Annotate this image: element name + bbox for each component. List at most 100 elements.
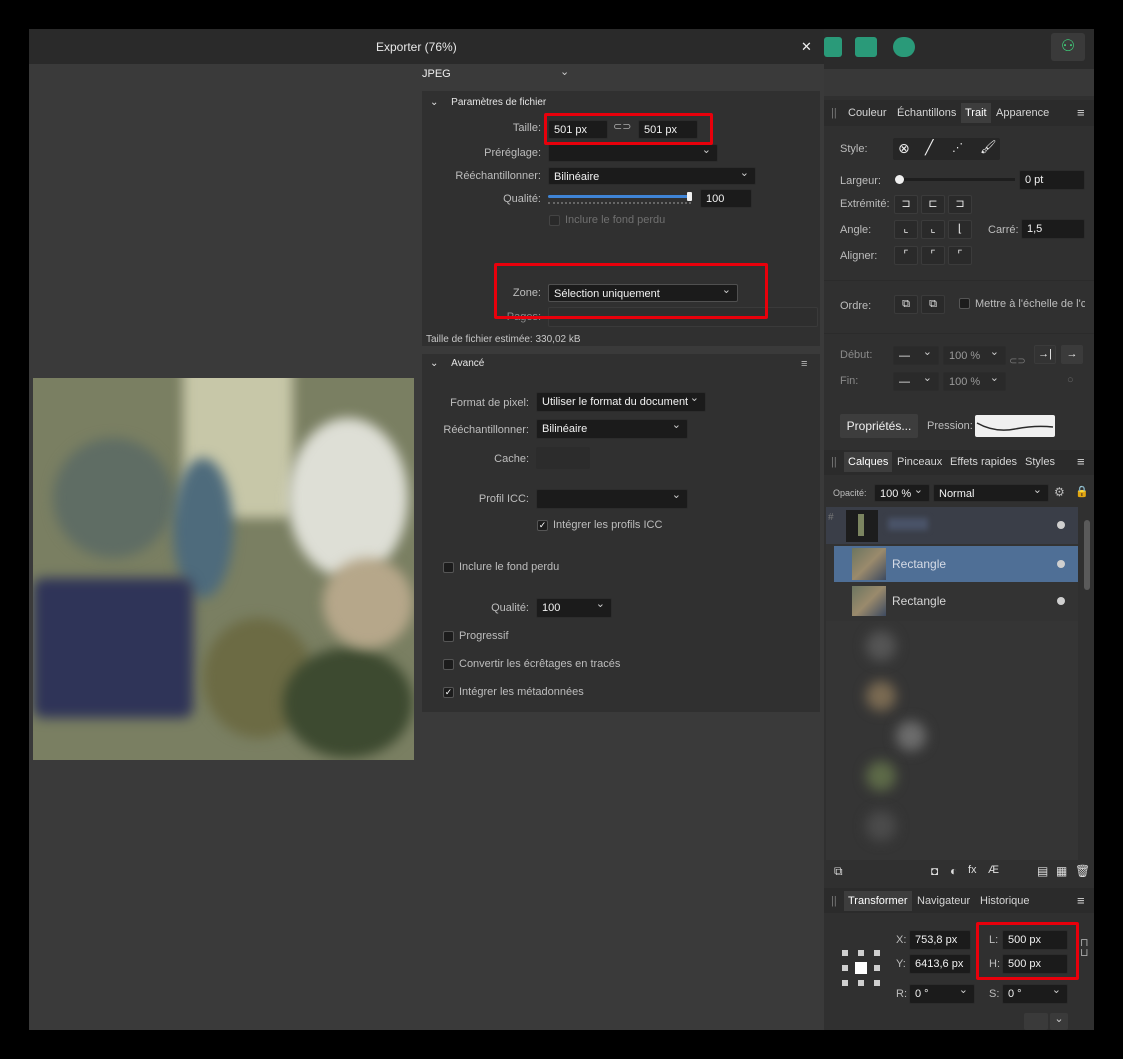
pressure-curve[interactable]: [975, 415, 1055, 437]
tab-styles[interactable]: Styles: [1025, 456, 1055, 468]
panel-grip-icon[interactable]: ||: [831, 107, 837, 119]
h-field[interactable]: 500 px: [1002, 954, 1068, 974]
fx-icon[interactable]: fx: [968, 864, 977, 876]
layers-scrollbar[interactable]: [1084, 520, 1090, 590]
pages-field[interactable]: [548, 307, 818, 327]
align-center-icon[interactable]: ⌜: [894, 246, 918, 265]
persona-icon[interactable]: [824, 37, 842, 57]
dashed-line-icon[interactable]: ⋰: [952, 141, 963, 154]
width-value-field[interactable]: 0 pt: [1019, 170, 1085, 190]
format-select[interactable]: JPEG ⌄: [422, 66, 577, 85]
slider-handle[interactable]: [687, 192, 692, 201]
tab-trait[interactable]: Trait: [961, 103, 991, 123]
swap-icon[interactable]: ○: [1067, 374, 1074, 386]
link-icon[interactable]: ⊂⊃: [613, 120, 631, 133]
layer-name[interactable]: Rectangle: [892, 557, 946, 571]
close-icon[interactable]: ✕: [801, 39, 812, 55]
width-slider[interactable]: [895, 175, 1015, 184]
square-cap-icon[interactable]: ⊐: [948, 195, 972, 214]
tab-couleur[interactable]: Couleur: [848, 107, 887, 119]
tab-transformer[interactable]: Transformer: [844, 891, 912, 911]
r-field[interactable]: 0 °: [909, 984, 975, 1004]
width-field[interactable]: 501 px: [548, 120, 608, 139]
align-outside-icon[interactable]: ⌜: [948, 246, 972, 265]
end-arrow-select[interactable]: —: [893, 372, 939, 391]
tab-historique[interactable]: Historique: [980, 895, 1030, 907]
advanced-section-header[interactable]: ⌄ Avancé: [430, 358, 484, 369]
adv-resample-select[interactable]: Bilinéaire: [536, 419, 688, 439]
adv-bleed-checkbox[interactable]: [443, 562, 454, 573]
tab-apparence[interactable]: Apparence: [996, 107, 1049, 119]
group-icon[interactable]: ▦: [1056, 864, 1067, 878]
icc-select[interactable]: [536, 489, 688, 509]
live-filter-icon[interactable]: Æ: [988, 864, 999, 876]
slider-handle[interactable]: [895, 175, 904, 184]
panel-grip-icon[interactable]: ||: [831, 456, 837, 468]
bevel-join-icon[interactable]: ⌊: [948, 220, 972, 239]
solid-line-icon[interactable]: ╱: [925, 139, 933, 156]
layer-name[interactable]: Rectangle: [892, 594, 946, 608]
pixel-format-select[interactable]: Utiliser le format du document: [536, 392, 706, 412]
start-scale-select[interactable]: 100 %: [943, 346, 1006, 365]
arrow-inside-icon[interactable]: →|: [1034, 345, 1056, 364]
quality-field[interactable]: 100: [700, 189, 752, 208]
tab-pinceaux[interactable]: Pinceaux: [897, 456, 942, 468]
start-arrow-select[interactable]: —: [893, 346, 939, 365]
s-field[interactable]: 0 °: [1002, 984, 1068, 1004]
anchor-grid-icon[interactable]: [842, 950, 880, 986]
link-proportions-icon[interactable]: ⊓ ⊔: [1080, 938, 1089, 959]
align-inside-icon[interactable]: ⌜: [921, 246, 945, 265]
height-field[interactable]: 501 px: [638, 120, 698, 139]
y-field[interactable]: 6413,6 px: [909, 954, 971, 974]
transform-options-button[interactable]: [1024, 1013, 1048, 1030]
brush-icon[interactable]: 🖌: [980, 139, 997, 155]
chevron-down-icon[interactable]: ⌄: [1050, 1013, 1068, 1030]
persona-icon[interactable]: [893, 37, 915, 57]
visibility-dot-icon[interactable]: [1057, 597, 1065, 605]
stroke-behind-icon[interactable]: ⧉: [894, 295, 918, 314]
link-icon[interactable]: ⊂⊃: [1009, 356, 1026, 367]
embed-icc-checkbox[interactable]: ✓: [537, 520, 548, 531]
adv-quality-select[interactable]: 100: [536, 598, 612, 618]
persona-icon[interactable]: [855, 37, 877, 57]
x-field[interactable]: 753,8 px: [909, 930, 971, 950]
tab-calques[interactable]: Calques: [844, 452, 893, 472]
tab-effets-rapides[interactable]: Effets rapides: [950, 456, 1017, 468]
round-join-icon[interactable]: ⌞: [921, 220, 945, 239]
visibility-dot-icon[interactable]: [1057, 560, 1065, 568]
progressive-checkbox[interactable]: [443, 631, 454, 642]
menu-icon[interactable]: ≡: [801, 358, 807, 370]
user-icon[interactable]: ⚇: [1051, 33, 1085, 61]
visibility-dot-icon[interactable]: [1057, 521, 1065, 529]
tab-navigateur[interactable]: Navigateur: [917, 895, 970, 907]
gear-icon[interactable]: ⚙: [1054, 485, 1065, 499]
miter-field[interactable]: 1,5: [1021, 219, 1085, 239]
butt-cap-icon[interactable]: ⊐: [894, 195, 918, 214]
file-section-header[interactable]: ⌄ Paramètres de fichier: [430, 97, 546, 108]
stroke-front-icon[interactable]: ⧉: [921, 295, 945, 314]
cache-field[interactable]: [536, 447, 590, 469]
preset-select[interactable]: [548, 144, 718, 162]
trash-icon[interactable]: 🗑: [1075, 864, 1090, 878]
embed-meta-checkbox[interactable]: ✓: [443, 687, 454, 698]
tab-echantillons[interactable]: Échantillons: [897, 107, 956, 119]
lock-icon[interactable]: 🔒: [1075, 485, 1089, 498]
resample-select[interactable]: Bilinéaire: [548, 167, 756, 185]
adjustment-icon[interactable]: ◐: [950, 864, 957, 878]
menu-icon[interactable]: ≡: [1077, 454, 1085, 469]
quality-slider[interactable]: [548, 192, 693, 207]
menu-icon[interactable]: ≡: [1077, 893, 1085, 908]
blend-mode-select[interactable]: Normal: [933, 484, 1049, 502]
panel-grip-icon[interactable]: ||: [831, 895, 837, 907]
opacity-select[interactable]: 100 %: [874, 484, 930, 502]
no-stroke-icon[interactable]: ⊗: [898, 140, 910, 157]
layer-options-icon[interactable]: ⧉: [834, 864, 843, 879]
menu-icon[interactable]: ≡: [1077, 105, 1085, 120]
round-cap-icon[interactable]: ⊏: [921, 195, 945, 214]
end-scale-select[interactable]: 100 %: [943, 372, 1006, 391]
w-field[interactable]: 500 px: [1002, 930, 1068, 950]
mask-icon[interactable]: ◘: [931, 864, 938, 878]
properties-button[interactable]: Propriétés...: [840, 414, 918, 438]
scale-checkbox[interactable]: [959, 298, 970, 309]
convert-clips-checkbox[interactable]: [443, 659, 454, 670]
